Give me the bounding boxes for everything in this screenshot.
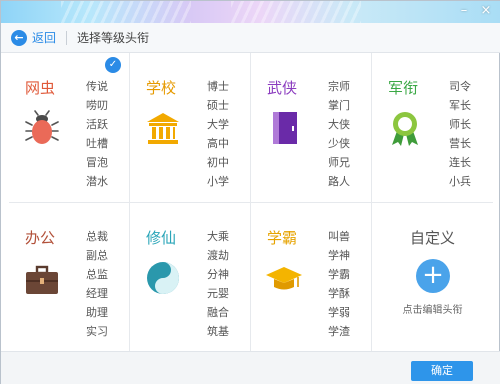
yin-yang-icon — [147, 262, 179, 294]
rank-item: 师兄 — [328, 156, 350, 169]
rank-item: 高中 — [207, 137, 229, 150]
rank-item: 叫兽 — [328, 230, 350, 243]
category-card-martial-arts[interactable]: 武侠 宗师 掌门 大侠 少侠 师兄 路人 — [251, 53, 372, 203]
add-icon[interactable]: + — [416, 259, 450, 293]
rank-item: 总裁 — [86, 230, 108, 243]
rank-list: 大乘 渡劫 分神 元婴 融合 筑基 — [207, 227, 247, 341]
rank-item: 冒泡 — [86, 156, 108, 169]
rank-item: 渡劫 — [207, 249, 229, 262]
martial-arts-book-icon — [273, 112, 297, 144]
rank-item: 传说 — [86, 80, 108, 93]
rank-item: 师长 — [449, 118, 471, 131]
rank-item: 潜水 — [86, 175, 108, 188]
titlebar-decoration — [61, 1, 191, 23]
minimize-button[interactable]: – — [455, 3, 473, 19]
rank-item: 唠叨 — [86, 99, 108, 112]
rank-item: 助理 — [86, 306, 108, 319]
back-label: 返回 — [32, 31, 57, 45]
rank-item: 少侠 — [328, 137, 350, 150]
custom-hint: 点击编辑头衔 — [402, 305, 463, 316]
rank-item: 学神 — [328, 249, 350, 262]
custom-label: 自定义 — [409, 229, 455, 247]
title-picker-window: – × ← 返回 选择等级头衔 ✓ 网虫 传说 唠叨 活跃 吐槽 冒泡 潜水 学… — [0, 0, 500, 384]
rank-item: 小兵 — [449, 175, 471, 188]
rank-list: 叫兽 学神 学霸 学酥 学弱 学渣 — [328, 227, 368, 341]
rank-list: 传说 唠叨 活跃 吐槽 冒泡 潜水 — [86, 77, 126, 191]
rank-item: 营长 — [449, 137, 471, 150]
rank-item: 大侠 — [328, 118, 350, 131]
category-card-top-student[interactable]: 学霸 叫兽 学神 学霸 学酥 学弱 学渣 — [251, 203, 372, 351]
rank-item: 军长 — [449, 99, 471, 112]
rank-item: 筑基 — [207, 325, 229, 338]
rank-item: 分神 — [207, 268, 229, 281]
rank-item: 掌门 — [328, 99, 350, 112]
military-medal-icon — [392, 112, 418, 146]
category-card-netbug[interactable]: ✓ 网虫 传说 唠叨 活跃 吐槽 冒泡 潜水 — [9, 53, 130, 203]
category-label: 武侠 — [267, 79, 298, 97]
briefcase-icon — [26, 265, 58, 294]
category-label: 学霸 — [267, 229, 298, 247]
category-label: 网虫 — [25, 79, 56, 97]
window-titlebar[interactable]: – × — [1, 1, 500, 23]
rank-item: 副总 — [86, 249, 108, 262]
confirm-button[interactable]: 确定 — [411, 361, 473, 381]
titlebar-decoration — [231, 1, 361, 23]
rank-list: 司令 军长 师长 营长 连长 小兵 — [449, 77, 489, 191]
school-building-icon — [147, 113, 179, 144]
rank-item: 元婴 — [207, 287, 229, 300]
category-card-immortal[interactable]: 修仙 大乘 渡劫 分神 元婴 融合 筑基 — [130, 203, 251, 351]
rank-item: 学霸 — [328, 268, 350, 281]
rank-item: 经理 — [86, 287, 108, 300]
back-button[interactable]: ← 返回 — [11, 29, 56, 46]
category-label: 军衔 — [388, 79, 419, 97]
rank-item: 宗师 — [328, 80, 350, 93]
back-arrow-icon: ← — [11, 29, 27, 46]
rank-item: 吐槽 — [86, 137, 108, 150]
rank-item: 小学 — [207, 175, 229, 188]
bug-icon — [25, 110, 59, 144]
category-card-military[interactable]: 军衔 司令 军长 师长 营长 连长 小兵 — [372, 53, 493, 203]
rank-item: 博士 — [207, 80, 229, 93]
category-label: 修仙 — [146, 229, 177, 247]
category-card-office[interactable]: 办公 总裁 副总 总监 经理 助理 实习 — [9, 203, 130, 351]
rank-item: 学酥 — [328, 287, 350, 300]
rank-item: 大乘 — [207, 230, 229, 243]
rank-list: 总裁 副总 总监 经理 助理 实习 — [86, 227, 126, 341]
rank-item: 硕士 — [207, 99, 229, 112]
dialog-footer: 确定 — [1, 351, 500, 384]
rank-list: 博士 硕士 大学 高中 初中 小学 — [207, 77, 247, 191]
rank-item: 大学 — [207, 118, 229, 131]
rank-item: 总监 — [86, 268, 108, 281]
close-button[interactable]: × — [477, 3, 495, 19]
custom-title-card[interactable]: 自定义 + 点击编辑头衔 — [372, 203, 493, 351]
rank-item: 活跃 — [86, 118, 108, 131]
divider — [66, 30, 68, 45]
rank-item: 路人 — [328, 175, 350, 188]
title-category-grid: ✓ 网虫 传说 唠叨 活跃 吐槽 冒泡 潜水 学校 博士 硕士 大学 高中 初中… — [9, 53, 493, 351]
category-label: 办公 — [25, 229, 56, 247]
page-title: 选择等级头衔 — [77, 31, 150, 45]
category-label: 学校 — [146, 79, 177, 97]
selected-check-icon: ✓ — [105, 57, 121, 73]
rank-list: 宗师 掌门 大侠 少侠 师兄 路人 — [328, 77, 368, 191]
rank-item: 学弱 — [328, 306, 350, 319]
rank-item: 实习 — [86, 325, 108, 338]
category-card-school[interactable]: 学校 博士 硕士 大学 高中 初中 小学 — [130, 53, 251, 203]
rank-item: 融合 — [207, 306, 229, 319]
rank-item: 司令 — [449, 80, 471, 93]
graduation-cap-icon — [266, 267, 302, 290]
rank-item: 初中 — [207, 156, 229, 169]
rank-item: 连长 — [449, 156, 471, 169]
rank-item: 学渣 — [328, 325, 350, 338]
navigation-bar: ← 返回 选择等级头衔 — [1, 23, 500, 53]
